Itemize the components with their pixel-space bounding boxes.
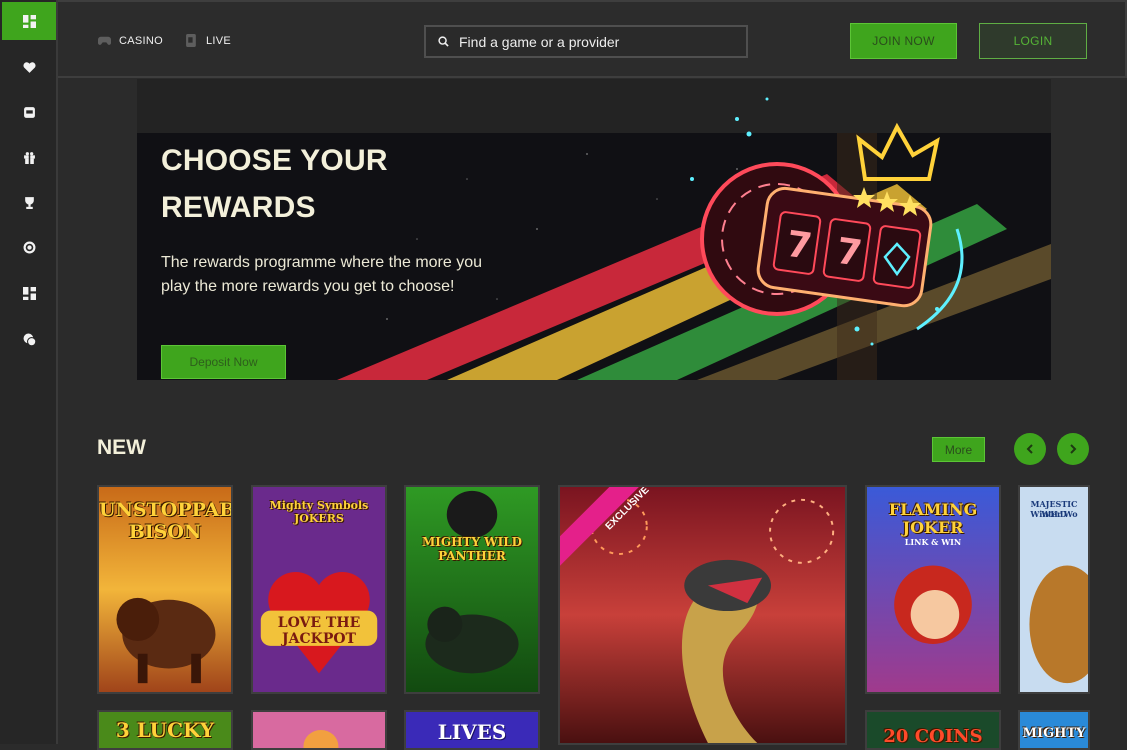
- chevron-right-icon: [1070, 444, 1077, 454]
- sidebar-item-categories[interactable]: [0, 278, 58, 308]
- game-tile-majestic-wild[interactable]: MAJESTIC WILD Winter Wo: [1018, 485, 1090, 694]
- gift-icon: [23, 151, 35, 164]
- search-icon: [438, 36, 449, 47]
- chat-icon: [23, 333, 36, 346]
- game-thumbnail: [253, 712, 385, 748]
- top-header: CASINO LIVE JOIN NOW LOGIN: [58, 0, 1127, 78]
- sidebar-item-jackpots[interactable]: [0, 97, 58, 127]
- game-thumbnail: [406, 487, 538, 692]
- game-subtitle: LOVE THE JACKPOT: [277, 615, 361, 647]
- banner-description: The rewards programme where the more you…: [161, 254, 483, 295]
- game-title: MIGHTY: [1022, 726, 1086, 741]
- game-tile-exclusive-cobra[interactable]: EXCLUSIVE: [558, 485, 847, 745]
- game-tile-20-coins[interactable]: 20 COINS: [865, 710, 1001, 750]
- login-button[interactable]: LOGIN: [979, 23, 1087, 59]
- search-box[interactable]: [424, 25, 748, 58]
- game-tile-mighty-symbols-jokers[interactable]: Mighty Symbols JOKERS LOVE THE JACKPOT: [251, 485, 387, 694]
- game-tile-mighty-wild-panther[interactable]: MIGHTY WILD PANTHER: [404, 485, 540, 694]
- target-icon: [23, 241, 35, 253]
- grid-icon: [22, 286, 36, 300]
- nav-casino-label: CASINO: [119, 34, 163, 47]
- game-title: UNSTOPPABLE BISON: [99, 499, 231, 543]
- search-input[interactable]: [459, 33, 729, 50]
- game-subtitle: Winter Wo: [1030, 509, 1078, 519]
- nav-live-link[interactable]: LIVE: [185, 34, 231, 47]
- game-title: LIVES: [437, 720, 507, 744]
- nav-live-label: LIVE: [206, 34, 232, 47]
- jackpot-icon: [23, 106, 35, 118]
- game-tile-lives[interactable]: LIVES: [404, 710, 540, 750]
- game-tile-3-lucky[interactable]: 3 LUCKY: [97, 710, 233, 750]
- game-tile-mighty[interactable]: MIGHTY: [1018, 710, 1090, 750]
- section-title-new: NEW: [97, 436, 146, 459]
- sidebar-item-support[interactable]: [0, 324, 58, 354]
- sidebar: [0, 0, 58, 744]
- game-title: MIGHTY WILD PANTHER: [421, 535, 523, 563]
- sidebar-item-live[interactable]: [0, 232, 58, 262]
- game-subtitle: LINK & WIN: [904, 537, 962, 547]
- carousel-prev-button[interactable]: [1014, 433, 1046, 465]
- nav-casino-link[interactable]: CASINO: [98, 34, 163, 47]
- game-tile-flaming-joker[interactable]: FLAMING JOKER LINK & WIN: [865, 485, 1001, 694]
- join-now-button[interactable]: JOIN NOW: [850, 23, 957, 59]
- game-tile-unstoppable-bison[interactable]: UNSTOPPABLE BISON: [97, 485, 233, 694]
- game-title: FLAMING JOKER: [888, 500, 978, 537]
- game-tile-row2-2[interactable]: [251, 710, 387, 750]
- sidebar-item-tournaments[interactable]: [0, 187, 58, 217]
- dashboard-icon: [22, 14, 36, 28]
- trophy-icon: [24, 196, 34, 209]
- gamepad-icon: [98, 36, 111, 45]
- sidebar-item-favourites[interactable]: [0, 52, 58, 82]
- sidebar-item-promotions[interactable]: [0, 142, 58, 172]
- game-title: 3 LUCKY: [115, 718, 215, 742]
- heart-icon: [22, 61, 36, 73]
- carousel-next-button[interactable]: [1057, 433, 1089, 465]
- game-title: Mighty Symbols JOKERS: [269, 499, 369, 525]
- chevron-left-icon: [1026, 444, 1033, 454]
- banner-title: CHOOSE YOUR REWARDS: [161, 144, 388, 224]
- live-cards-icon: [186, 34, 196, 47]
- deposit-now-button[interactable]: Deposit Now: [161, 345, 286, 379]
- more-button[interactable]: More: [932, 437, 985, 462]
- rewards-banner: 7 7 CHOOSE YOUR REWARDS The rewards prog…: [137, 79, 1051, 380]
- sidebar-home-button[interactable]: [2, 2, 56, 40]
